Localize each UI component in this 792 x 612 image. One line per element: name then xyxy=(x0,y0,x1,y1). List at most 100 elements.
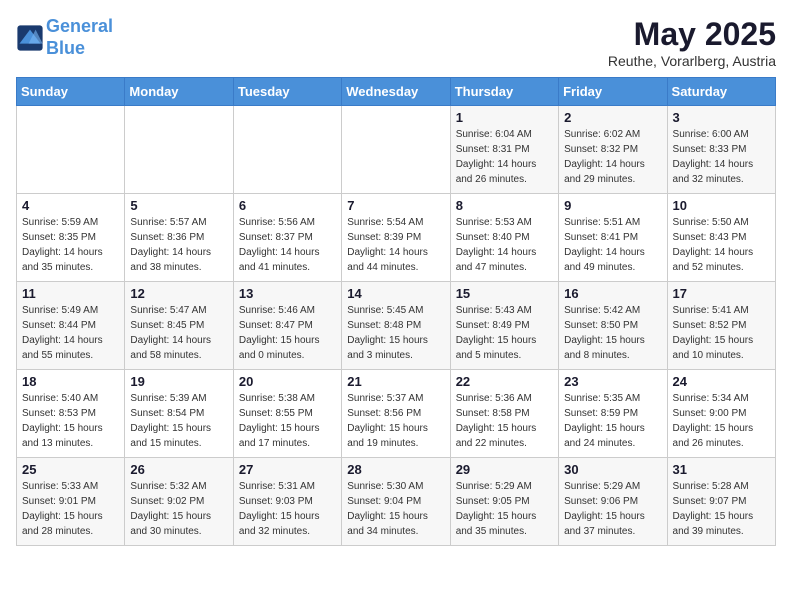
week-row-4: 18Sunrise: 5:40 AM Sunset: 8:53 PM Dayli… xyxy=(17,370,776,458)
day-info: Sunrise: 5:41 AM Sunset: 8:52 PM Dayligh… xyxy=(673,303,770,363)
day-info: Sunrise: 5:28 AM Sunset: 9:07 PM Dayligh… xyxy=(673,479,770,539)
logo-line2: Blue xyxy=(46,38,85,58)
logo-text: General Blue xyxy=(46,16,113,59)
day-number: 23 xyxy=(564,374,661,389)
day-info: Sunrise: 5:53 AM Sunset: 8:40 PM Dayligh… xyxy=(456,215,553,275)
day-number: 19 xyxy=(130,374,227,389)
day-info: Sunrise: 5:36 AM Sunset: 8:58 PM Dayligh… xyxy=(456,391,553,451)
day-number: 14 xyxy=(347,286,444,301)
day-number: 28 xyxy=(347,462,444,477)
day-number: 13 xyxy=(239,286,336,301)
day-info: Sunrise: 5:35 AM Sunset: 8:59 PM Dayligh… xyxy=(564,391,661,451)
day-number: 17 xyxy=(673,286,770,301)
day-cell: 31 Sunrise: 5:28 AM Sunset: 9:07 PM Dayli… xyxy=(667,458,775,546)
day-info: Sunrise: 5:34 AM Sunset: 9:00 PM Dayligh… xyxy=(673,391,770,451)
calendar-table: SundayMondayTuesdayWednesdayThursdayFrid… xyxy=(16,77,776,546)
day-number: 12 xyxy=(130,286,227,301)
day-cell xyxy=(17,106,125,194)
week-row-2: 4Sunrise: 5:59 AM Sunset: 8:35 PM Daylig… xyxy=(17,194,776,282)
logo-line1: General xyxy=(46,16,113,36)
day-info: Sunrise: 5:50 AM Sunset: 8:43 PM Dayligh… xyxy=(673,215,770,275)
day-cell: 7Sunrise: 5:54 AM Sunset: 8:39 PM Daylig… xyxy=(342,194,450,282)
day-info: Sunrise: 5:56 AM Sunset: 8:37 PM Dayligh… xyxy=(239,215,336,275)
day-cell: 6 Sunrise: 5:56 AM Sunset: 8:37 PM Daylig… xyxy=(233,194,341,282)
header-cell-wednesday: Wednesday xyxy=(342,78,450,106)
day-cell: 15Sunrise: 5:43 AM Sunset: 8:49 PM Dayli… xyxy=(450,282,558,370)
day-cell: 11Sunrise: 5:49 AM Sunset: 8:44 PM Dayli… xyxy=(17,282,125,370)
day-info: Sunrise: 6:00 AM Sunset: 8:33 PM Dayligh… xyxy=(673,127,770,187)
day-info: Sunrise: 5:29 AM Sunset: 9:05 PM Dayligh… xyxy=(456,479,553,539)
day-info: Sunrise: 5:33 AM Sunset: 9:01 PM Dayligh… xyxy=(22,479,119,539)
day-cell: 5 Sunrise: 5:57 AM Sunset: 8:36 PM Daylig… xyxy=(125,194,233,282)
day-info: Sunrise: 5:42 AM Sunset: 8:50 PM Dayligh… xyxy=(564,303,661,363)
day-cell: 25 Sunrise: 5:33 AM Sunset: 9:01 PM Dayli… xyxy=(17,458,125,546)
day-cell xyxy=(342,106,450,194)
location: Reuthe, Vorarlberg, Austria xyxy=(608,53,776,69)
day-number: 20 xyxy=(239,374,336,389)
day-cell: 4Sunrise: 5:59 AM Sunset: 8:35 PM Daylig… xyxy=(17,194,125,282)
calendar-header: SundayMondayTuesdayWednesdayThursdayFrid… xyxy=(17,78,776,106)
day-info: Sunrise: 5:38 AM Sunset: 8:55 PM Dayligh… xyxy=(239,391,336,451)
page-header: General Blue May 2025 Reuthe, Vorarlberg… xyxy=(16,16,776,69)
week-row-5: 25 Sunrise: 5:33 AM Sunset: 9:01 PM Dayli… xyxy=(17,458,776,546)
day-cell: 26Sunrise: 5:32 AM Sunset: 9:02 PM Dayli… xyxy=(125,458,233,546)
day-info: Sunrise: 5:57 AM Sunset: 8:36 PM Dayligh… xyxy=(130,215,227,275)
day-info: Sunrise: 5:47 AM Sunset: 8:45 PM Dayligh… xyxy=(130,303,227,363)
day-number: 30 xyxy=(564,462,661,477)
day-cell: 18Sunrise: 5:40 AM Sunset: 8:53 PM Dayli… xyxy=(17,370,125,458)
day-number: 4 xyxy=(22,198,119,213)
day-info: Sunrise: 5:51 AM Sunset: 8:41 PM Dayligh… xyxy=(564,215,661,275)
day-number: 25 xyxy=(22,462,119,477)
day-number: 2 xyxy=(564,110,661,125)
day-cell xyxy=(125,106,233,194)
day-number: 5 xyxy=(130,198,227,213)
header-row: SundayMondayTuesdayWednesdayThursdayFrid… xyxy=(17,78,776,106)
month-title: May 2025 xyxy=(608,16,776,53)
day-cell: 20 Sunrise: 5:38 AM Sunset: 8:55 PM Dayli… xyxy=(233,370,341,458)
week-row-1: 1Sunrise: 6:04 AM Sunset: 8:31 PM Daylig… xyxy=(17,106,776,194)
day-cell: 16 Sunrise: 5:42 AM Sunset: 8:50 PM Dayli… xyxy=(559,282,667,370)
day-number: 22 xyxy=(456,374,553,389)
day-cell: 1Sunrise: 6:04 AM Sunset: 8:31 PM Daylig… xyxy=(450,106,558,194)
day-number: 11 xyxy=(22,286,119,301)
day-number: 29 xyxy=(456,462,553,477)
day-cell: 22 Sunrise: 5:36 AM Sunset: 8:58 PM Dayli… xyxy=(450,370,558,458)
day-cell: 21 Sunrise: 5:37 AM Sunset: 8:56 PM Dayli… xyxy=(342,370,450,458)
day-info: Sunrise: 5:31 AM Sunset: 9:03 PM Dayligh… xyxy=(239,479,336,539)
day-number: 21 xyxy=(347,374,444,389)
day-info: Sunrise: 5:39 AM Sunset: 8:54 PM Dayligh… xyxy=(130,391,227,451)
day-cell: 2Sunrise: 6:02 AM Sunset: 8:32 PM Daylig… xyxy=(559,106,667,194)
day-cell xyxy=(233,106,341,194)
day-cell: 10 Sunrise: 5:50 AM Sunset: 8:43 PM Dayli… xyxy=(667,194,775,282)
day-cell: 14 Sunrise: 5:45 AM Sunset: 8:48 PM Dayli… xyxy=(342,282,450,370)
day-cell: 29 Sunrise: 5:29 AM Sunset: 9:05 PM Dayli… xyxy=(450,458,558,546)
day-info: Sunrise: 5:40 AM Sunset: 8:53 PM Dayligh… xyxy=(22,391,119,451)
day-info: Sunrise: 5:37 AM Sunset: 8:56 PM Dayligh… xyxy=(347,391,444,451)
header-cell-friday: Friday xyxy=(559,78,667,106)
header-cell-monday: Monday xyxy=(125,78,233,106)
header-cell-tuesday: Tuesday xyxy=(233,78,341,106)
day-info: Sunrise: 5:46 AM Sunset: 8:47 PM Dayligh… xyxy=(239,303,336,363)
day-cell: 23 Sunrise: 5:35 AM Sunset: 8:59 PM Dayli… xyxy=(559,370,667,458)
day-info: Sunrise: 5:30 AM Sunset: 9:04 PM Dayligh… xyxy=(347,479,444,539)
logo-icon xyxy=(16,24,44,52)
day-cell: 19 Sunrise: 5:39 AM Sunset: 8:54 PM Dayli… xyxy=(125,370,233,458)
day-number: 16 xyxy=(564,286,661,301)
day-number: 15 xyxy=(456,286,553,301)
day-number: 6 xyxy=(239,198,336,213)
day-info: Sunrise: 5:45 AM Sunset: 8:48 PM Dayligh… xyxy=(347,303,444,363)
header-cell-saturday: Saturday xyxy=(667,78,775,106)
calendar-body: 1Sunrise: 6:04 AM Sunset: 8:31 PM Daylig… xyxy=(17,106,776,546)
day-cell: 27Sunrise: 5:31 AM Sunset: 9:03 PM Dayli… xyxy=(233,458,341,546)
day-number: 7 xyxy=(347,198,444,213)
header-cell-sunday: Sunday xyxy=(17,78,125,106)
day-number: 8 xyxy=(456,198,553,213)
day-number: 10 xyxy=(673,198,770,213)
day-number: 31 xyxy=(673,462,770,477)
day-info: Sunrise: 6:04 AM Sunset: 8:31 PM Dayligh… xyxy=(456,127,553,187)
day-number: 3 xyxy=(673,110,770,125)
day-cell: 8 Sunrise: 5:53 AM Sunset: 8:40 PM Daylig… xyxy=(450,194,558,282)
day-cell: 9 Sunrise: 5:51 AM Sunset: 8:41 PM Daylig… xyxy=(559,194,667,282)
day-info: Sunrise: 5:32 AM Sunset: 9:02 PM Dayligh… xyxy=(130,479,227,539)
day-number: 9 xyxy=(564,198,661,213)
